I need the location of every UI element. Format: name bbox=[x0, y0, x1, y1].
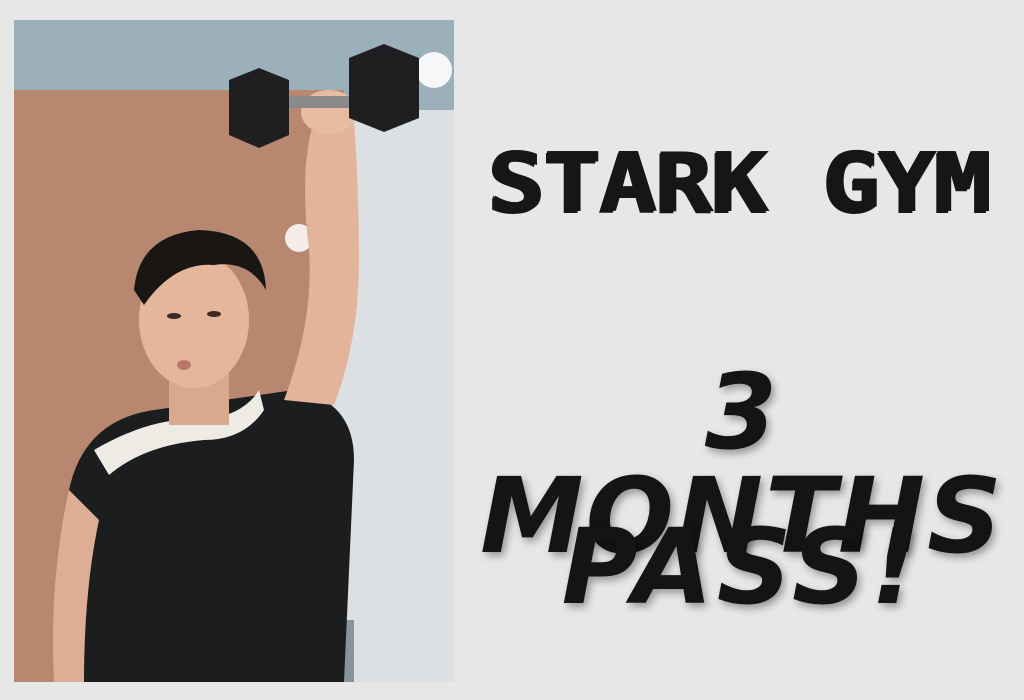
eye bbox=[167, 313, 181, 319]
offer-headline-line2: PASS! bbox=[561, 506, 923, 628]
man-lifting-dumbbell-illustration bbox=[14, 20, 454, 682]
gym-photo bbox=[14, 20, 454, 682]
promo-poster: STARK GYM 3 MONTHS PASS! bbox=[454, 0, 1024, 700]
ceiling-light bbox=[416, 52, 452, 88]
dumbbell-weight-left bbox=[229, 68, 289, 148]
mouth bbox=[177, 360, 191, 370]
dumbbell-weight-right bbox=[349, 44, 419, 132]
eye bbox=[207, 311, 221, 317]
gym-logo-text: STARK GYM bbox=[486, 135, 991, 231]
